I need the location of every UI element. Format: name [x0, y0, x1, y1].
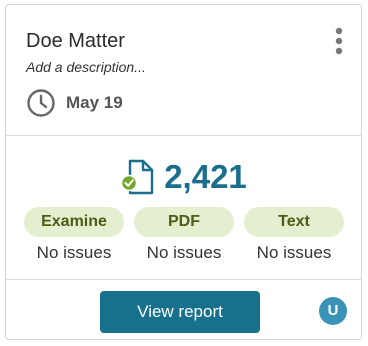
check-pdf-button[interactable]: PDF [134, 207, 234, 237]
matter-title: Doe Matter [26, 30, 125, 52]
view-report-button[interactable]: View report [100, 291, 260, 333]
clock-icon [27, 89, 55, 117]
check-pdf: PDF No issues [134, 207, 234, 263]
date-label: May 19 [66, 93, 123, 112]
more-vertical-icon [335, 27, 343, 55]
check-examine-status: No issues [36, 243, 112, 262]
check-text-status: No issues [256, 243, 332, 262]
avatar[interactable]: U [319, 297, 347, 325]
document-check-icon [120, 159, 154, 195]
more-options-button[interactable] [328, 26, 350, 58]
header-divider [6, 135, 361, 136]
matter-card: Doe Matter Add a description... May 19 2… [5, 4, 362, 340]
matter-description[interactable]: Add a description... [26, 58, 146, 76]
matter-date: May 19 [26, 87, 123, 119]
check-pdf-status: No issues [146, 243, 222, 262]
document-count: 2,421 [6, 153, 361, 201]
footer-divider [6, 279, 361, 280]
check-text-button[interactable]: Text [244, 207, 344, 237]
check-examine-button[interactable]: Examine [24, 207, 124, 237]
check-text: Text No issues [244, 207, 344, 263]
document-count-value: 2,421 [164, 158, 247, 195]
check-examine: Examine No issues [24, 207, 124, 263]
